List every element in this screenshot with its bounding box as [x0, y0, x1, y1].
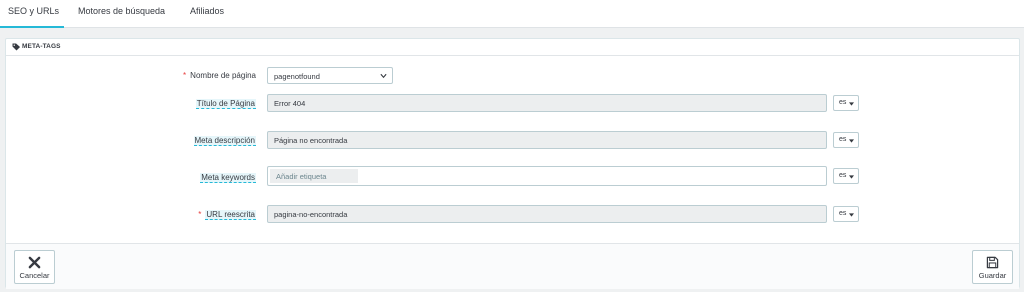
- page-name-value: pagenotfound: [274, 72, 320, 81]
- meta-keywords-field[interactable]: Añadir etiqueta: [267, 166, 827, 186]
- panel-title: META-TAGS: [22, 43, 61, 50]
- page-name-label-text: Nombre de página: [190, 71, 256, 80]
- rewritten-url-label-text[interactable]: URL reescrita: [205, 210, 256, 220]
- tab-search-engines[interactable]: Motores de búsqueda: [78, 0, 165, 28]
- cancel-button[interactable]: Cancelar: [14, 250, 55, 284]
- meta-keywords-lang-button[interactable]: es: [833, 168, 859, 184]
- caret-down-icon: [849, 102, 854, 106]
- page-title-lang-button[interactable]: es: [833, 95, 859, 111]
- page-title-label: Título de Página: [195, 99, 256, 109]
- cancel-label: Cancelar: [19, 271, 50, 280]
- page-title-label-text[interactable]: Título de Página: [195, 99, 256, 109]
- meta-description-label: Meta descripción: [193, 136, 256, 146]
- page-name-label: * Nombre de página: [183, 71, 256, 80]
- tag-icon: [12, 43, 21, 51]
- rewritten-url-label: * URL reescrita: [198, 210, 256, 220]
- lang-label: es: [839, 210, 847, 217]
- save-label: Guardar: [978, 271, 1007, 280]
- meta-tags-panel: META-TAGS * Nombre de página pagenotfound…: [5, 38, 1020, 289]
- page-title-input[interactable]: Error 404: [267, 94, 827, 112]
- save-button[interactable]: Guardar: [972, 250, 1013, 284]
- meta-description-lang-button[interactable]: es: [833, 132, 859, 148]
- save-icon: [986, 256, 999, 269]
- rewritten-url-lang-button[interactable]: es: [833, 206, 859, 222]
- meta-keywords-label: Meta keywords: [200, 173, 256, 183]
- meta-description-label-text[interactable]: Meta descripción: [193, 136, 256, 146]
- tab-affiliates[interactable]: Afiliados: [190, 0, 224, 28]
- caret-down-icon: [849, 213, 854, 217]
- rewritten-url-input[interactable]: pagina-no-encontrada: [267, 205, 827, 223]
- add-tag-input[interactable]: Añadir etiqueta: [270, 169, 358, 183]
- meta-description-input[interactable]: Página no encontrada: [267, 131, 827, 149]
- lang-label: es: [839, 136, 847, 143]
- required-marker: *: [198, 210, 202, 219]
- close-icon: [28, 256, 41, 269]
- lang-label: es: [839, 99, 847, 106]
- required-marker: *: [183, 71, 187, 80]
- lang-label: es: [839, 172, 847, 179]
- chevron-down-icon: [380, 73, 387, 79]
- panel-header: META-TAGS: [6, 39, 1019, 56]
- caret-down-icon: [849, 139, 854, 143]
- meta-keywords-label-text[interactable]: Meta keywords: [200, 173, 256, 183]
- tab-seo-urls[interactable]: SEO y URLs: [0, 0, 64, 28]
- page-name-select[interactable]: pagenotfound: [267, 67, 393, 84]
- caret-down-icon: [849, 175, 854, 179]
- tab-bar: SEO y URLs Motores de búsqueda Afiliados: [0, 0, 1024, 28]
- panel-footer: Cancelar Guardar: [6, 243, 1019, 289]
